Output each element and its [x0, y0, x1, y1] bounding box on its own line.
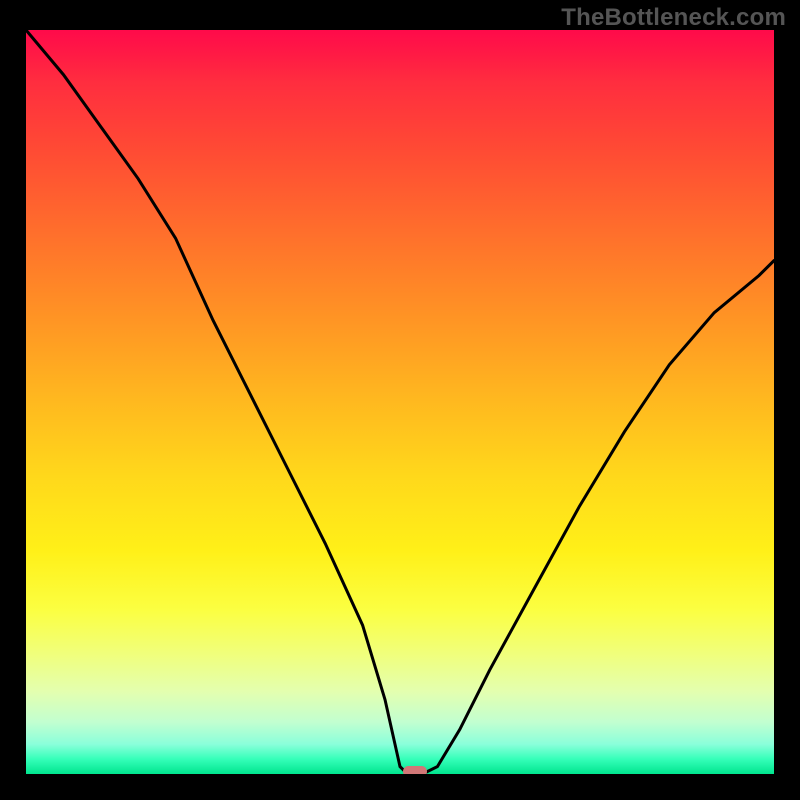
watermark-label: TheBottleneck.com — [561, 4, 786, 32]
plot-area — [26, 30, 774, 774]
chart-frame: TheBottleneck.com — [0, 0, 800, 800]
bottleneck-curve — [26, 30, 774, 774]
minimum-marker — [403, 766, 427, 774]
